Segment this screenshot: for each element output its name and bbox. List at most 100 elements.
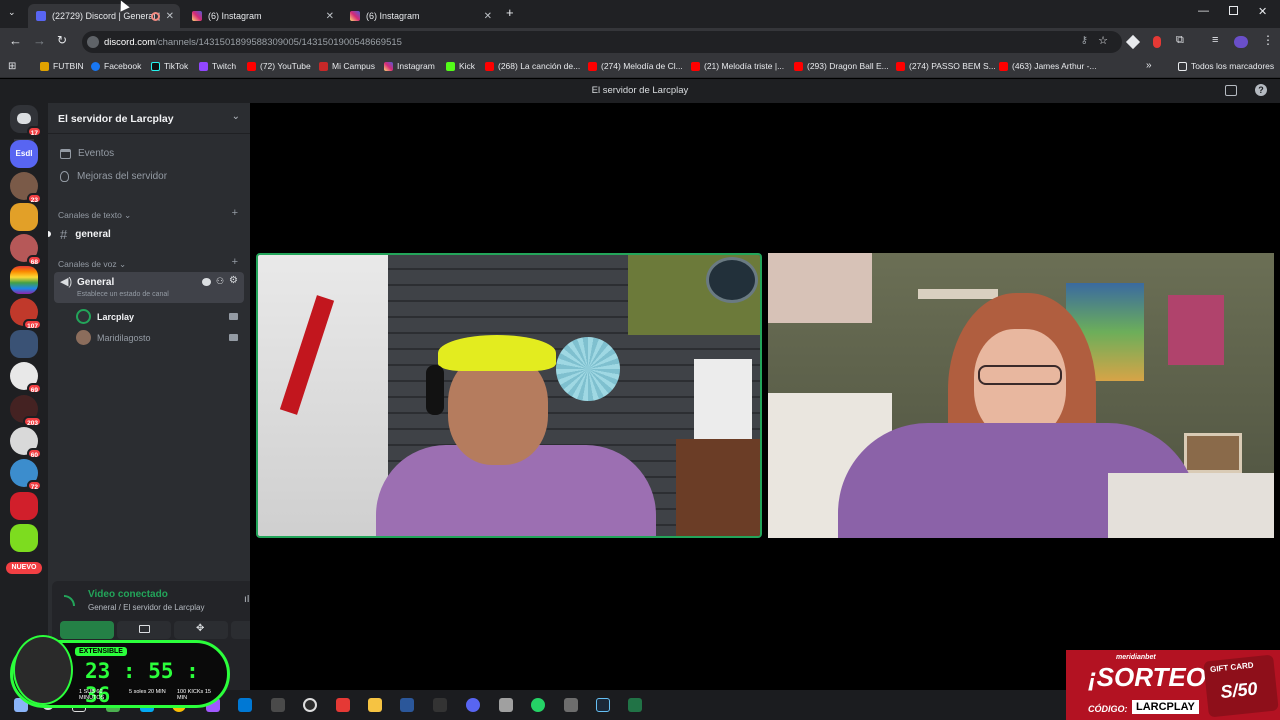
server-icon[interactable]: 23 <box>10 172 42 204</box>
site-info-icon[interactable] <box>87 36 99 48</box>
close-window-icon[interactable]: ✕ <box>1258 5 1267 18</box>
server-boosts-link[interactable]: Mejoras del servidor <box>60 171 167 182</box>
chat-icon[interactable] <box>202 278 211 286</box>
bookmark-instagram[interactable]: Instagram <box>384 61 435 71</box>
settings-gear-icon[interactable]: ⚙ <box>229 275 238 286</box>
url-field[interactable]: discord.com/channels/1431501899588309005… <box>82 31 1122 53</box>
close-tab-icon[interactable]: ✕ <box>326 11 334 22</box>
bookmark-video-2[interactable]: (274) Melodía de Cl... <box>588 61 683 71</box>
tab-search-icon[interactable]: ≡ <box>1212 34 1218 46</box>
bookmark-futbin[interactable]: FUTBIN <box>40 61 84 71</box>
unread-pill <box>48 231 51 237</box>
voice-user-larcplay[interactable]: Larcplay <box>76 309 134 324</box>
video-tile-larcplay[interactable] <box>256 253 762 538</box>
bookmark-facebook[interactable]: Facebook <box>91 61 141 71</box>
direct-messages-button[interactable]: 17 <box>10 105 42 137</box>
server-icon[interactable] <box>10 330 38 358</box>
bookmark-video-5[interactable]: (274) PASSO BEM S... <box>896 61 996 71</box>
whatsapp-icon[interactable] <box>531 698 545 712</box>
events-link[interactable]: Eventos <box>60 148 114 159</box>
server-icon[interactable] <box>10 524 38 552</box>
steam-icon[interactable] <box>596 698 610 712</box>
more-bookmarks-icon[interactable]: » <box>1146 60 1152 71</box>
close-tab-icon[interactable]: ✕ <box>166 11 174 22</box>
voice-status-hint[interactable]: Establece un estado de canal <box>77 291 169 298</box>
extensions-puzzle-icon[interactable]: ⧉ <box>1176 34 1184 47</box>
tab-audio-icon[interactable] <box>151 11 160 21</box>
create-voice-channel-icon[interactable]: + <box>232 256 238 268</box>
discord-icon[interactable] <box>466 698 480 712</box>
tab-discord[interactable]: (22729) Discord | General | ✕ <box>28 4 180 28</box>
wood-cabinet <box>676 439 760 536</box>
create-text-channel-icon[interactable]: + <box>232 207 238 219</box>
tab-list-chevron-icon[interactable]: ⌄ <box>8 7 16 18</box>
invite-icon[interactable]: ⚇ <box>216 276 224 287</box>
word-icon[interactable] <box>400 698 414 712</box>
minimize-icon[interactable]: — <box>1198 5 1209 17</box>
password-key-icon[interactable]: ⚷ <box>1081 35 1088 46</box>
channel-general-text[interactable]: # general <box>60 227 111 242</box>
bookmark-kick[interactable]: Kick <box>446 61 475 71</box>
browser-menu-icon[interactable]: ⋮ <box>1262 33 1274 47</box>
camera-button[interactable] <box>60 621 114 639</box>
taskbar-app-icon[interactable] <box>433 698 447 712</box>
profile-avatar[interactable] <box>1234 36 1248 48</box>
bookmark-youtube[interactable]: (72) YouTube <box>247 61 311 71</box>
forward-icon[interactable]: → <box>33 33 46 48</box>
connection-location[interactable]: General / El servidor de Larcplay <box>88 603 205 612</box>
server-icon[interactable]: 107 <box>10 298 42 330</box>
activities-button[interactable]: ✥ <box>174 621 228 639</box>
taskbar-app-icon[interactable] <box>499 698 513 712</box>
apps-grid-icon[interactable]: ⊞ <box>8 61 16 72</box>
discord-title-bar: El servidor de Larcplay ? <box>0 79 1280 103</box>
headphones <box>426 365 444 415</box>
voice-channel-general[interactable]: ◀) General Establece un estado de canal … <box>54 272 244 303</box>
extension-icon[interactable] <box>1125 34 1141 50</box>
restore-icon[interactable] <box>1229 6 1238 15</box>
inbox-icon[interactable] <box>1225 85 1237 96</box>
bookmarks-folder[interactable]: Todos los marcadores <box>1178 61 1274 71</box>
bookmark-video-3[interactable]: (21) Melodía triste |... <box>691 61 784 71</box>
calculator-icon[interactable] <box>564 698 578 712</box>
streamlabs-icon[interactable] <box>271 698 285 712</box>
voice-user-maridilagosto[interactable]: Maridilagosto <box>76 330 151 345</box>
obs-icon[interactable] <box>303 698 317 712</box>
server-icon[interactable] <box>10 203 38 231</box>
server-icon[interactable]: 69 <box>10 362 42 394</box>
bookmark-tiktok[interactable]: TikTok <box>151 61 188 71</box>
server-icon[interactable]: 68 <box>10 234 42 266</box>
close-tab-icon[interactable]: ✕ <box>484 11 492 22</box>
bookmark-star-icon[interactable]: ☆ <box>1098 34 1108 47</box>
signal-icon[interactable] <box>64 595 75 606</box>
bookmark-video-4[interactable]: (293) Dragon Ball E... <box>794 61 889 71</box>
video-tile-maridilagosto[interactable] <box>768 253 1274 538</box>
outlook-icon[interactable] <box>238 698 252 712</box>
bookmark-twitch[interactable]: Twitch <box>199 61 236 71</box>
new-tab-icon[interactable]: + <box>506 5 514 20</box>
screen-share-button[interactable] <box>117 621 171 639</box>
tab-instagram-1[interactable]: (6) Instagram ✕ <box>184 4 340 28</box>
server-icon[interactable]: 72 <box>10 459 42 491</box>
server-icon-esdl[interactable]: Esdl <box>10 140 38 168</box>
server-icon[interactable]: 203 <box>10 395 42 427</box>
text-category[interactable]: Canales de texto ⌄ <box>58 210 131 221</box>
tab-instagram-2[interactable]: (6) Instagram ✕ <box>342 4 498 28</box>
posters-left <box>768 253 872 323</box>
back-icon[interactable]: ← <box>9 33 22 48</box>
bookmark-video-6[interactable]: (463) James Arthur -... <box>999 61 1097 71</box>
extension-red-icon[interactable] <box>1153 36 1161 48</box>
boost-icon <box>60 171 69 182</box>
file-explorer-icon[interactable] <box>368 698 382 712</box>
timer-rule-kicks: 100 KICKs 15 MIN <box>177 689 211 701</box>
capcut-icon[interactable] <box>336 698 350 712</box>
server-icon[interactable] <box>10 266 38 294</box>
reload-icon[interactable]: ↻ <box>57 33 67 47</box>
connection-status[interactable]: Video conectado <box>88 589 168 600</box>
excel-icon[interactable] <box>628 698 642 712</box>
bookmark-video-1[interactable]: (268) La canción de... <box>485 61 580 71</box>
voice-category[interactable]: Canales de voz ⌄ <box>58 259 126 270</box>
help-icon[interactable]: ? <box>1255 84 1267 96</box>
server-icon[interactable]: 60 <box>10 427 42 459</box>
bookmark-mi-campus[interactable]: Mi Campus <box>319 61 375 71</box>
server-icon[interactable] <box>10 492 38 520</box>
